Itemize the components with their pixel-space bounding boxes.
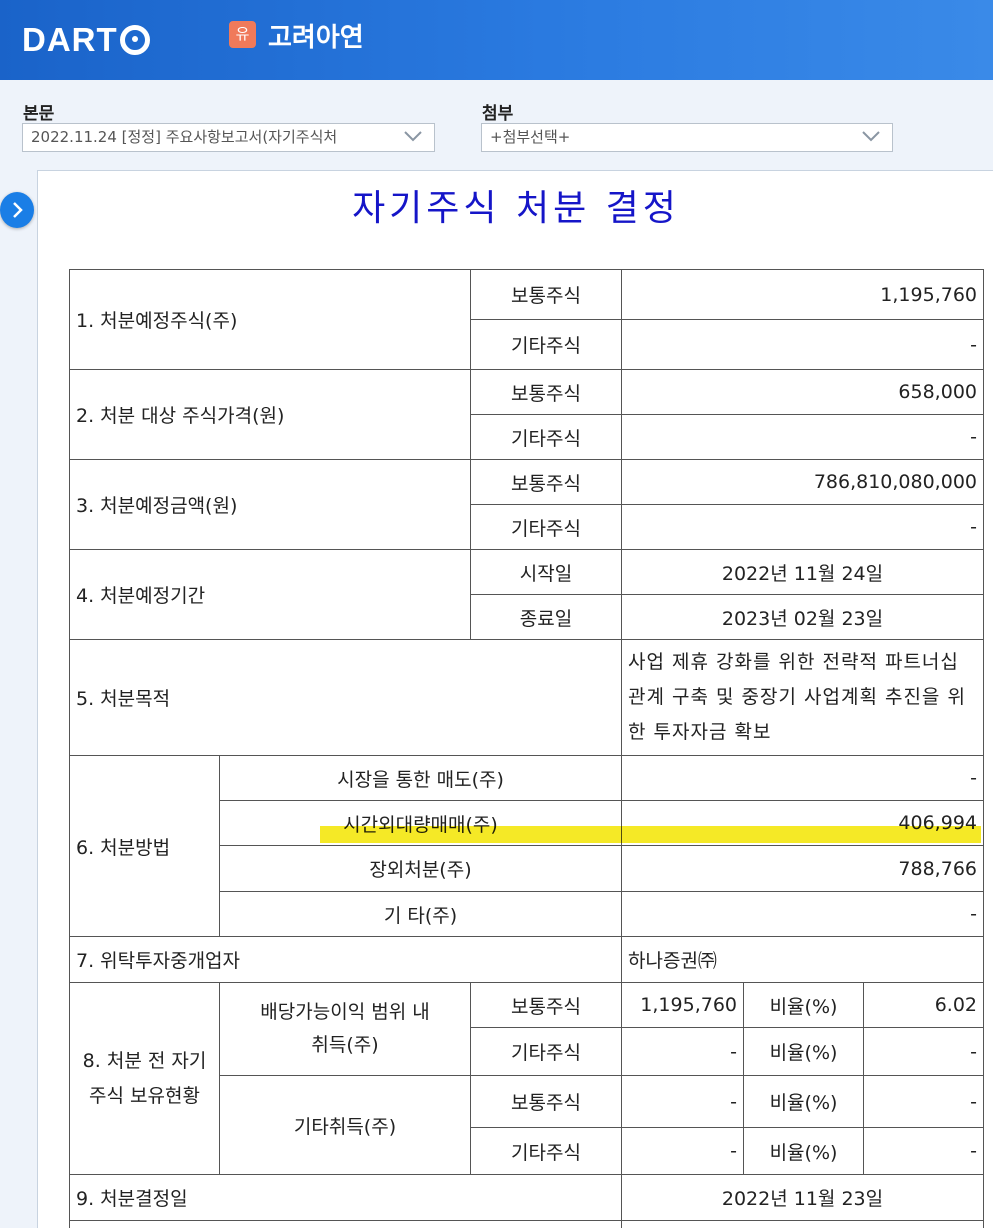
body-label: 본문 [23,104,55,124]
acquisition-type-cell: 기타취득(주) [219,1075,471,1175]
company-name[interactable]: 고려아연 [268,17,364,54]
table-row: 9. 처분결정일 2022년 11월 23일 [69,1174,984,1221]
value-cell: - [621,755,984,801]
empty-cell [69,1220,622,1228]
ratio-value-cell: 6.02 [863,982,984,1028]
period-label-cell: 종료일 [470,594,622,640]
share-type-cell: 기타주식 [470,1027,622,1076]
document-viewer: 자기주식 처분 결정 1. 처분예정주식(주) 보통주식 1,195,760 기… [37,170,993,1228]
ratio-value-cell: - [863,1127,984,1175]
table-row: 4. 처분예정기간 시작일 2022년 11월 24일 [69,549,984,640]
toggle-sidebar-button[interactable] [0,192,34,228]
value-cell: - [621,1027,744,1076]
table-row: 3. 처분예정금액(원) 보통주식 786,810,080,000 [69,459,984,550]
table-row [69,1220,984,1228]
logo-globe-icon [119,25,150,55]
acquisition-type-cell: 배당가능이익 범위 내 취득(주) [219,982,471,1076]
share-type-cell: 보통주식 [470,982,622,1028]
value-cell: - [621,1127,744,1175]
row-label: 9. 처분결정일 [69,1174,622,1221]
ratio-value-cell: - [863,1075,984,1128]
table-row: 1. 처분예정주식(주) 보통주식 1,195,760 [69,269,984,370]
share-type-cell: 보통주식 [470,459,622,505]
ratio-label-cell: 비율(%) [743,982,864,1028]
share-type-cell: 기타주식 [470,1127,622,1175]
ratio-label-cell: 비율(%) [743,1027,864,1076]
share-type-cell: 기타주식 [470,414,622,460]
empty-cell [621,1220,984,1228]
method-label-cell: 기 타(주) [219,891,622,937]
row-label: 1. 처분예정주식(주) [69,269,471,370]
value-cell: - [621,319,984,370]
period-label-cell: 시작일 [470,549,622,595]
row-label: 5. 처분목적 [69,639,622,756]
share-type-cell: 기타주식 [470,319,622,370]
method-label-cell: 시장을 통한 매도(주) [219,755,622,801]
chevron-right-icon [13,202,23,218]
ratio-label-cell: 비율(%) [743,1075,864,1128]
row-label: 3. 처분예정금액(원) [69,459,471,550]
ratio-value-cell: - [863,1027,984,1076]
value-cell: 2023년 02월 23일 [621,594,984,640]
table-row: 2. 처분 대상 주식가격(원) 보통주식 658,000 [69,369,984,460]
dart-logo[interactable]: DART [22,20,150,60]
method-label-cell: 장외처분(주) [219,845,622,892]
value-cell: - [621,504,984,550]
attachment-select[interactable]: +첨부선택+ [481,123,893,152]
row-label: 6. 처분방법 [69,755,220,937]
chevron-down-icon [862,131,880,142]
attach-select-value: +첨부선택+ [490,128,571,146]
attach-label: 첨부 [482,104,514,124]
row-label: 7. 위탁투자중개업자 [69,936,622,983]
market-badge: 유 [229,21,256,48]
value-cell: 658,000 [621,369,984,415]
share-type-cell: 기타주식 [470,504,622,550]
table-row: 6. 처분방법 시장을 통한 매도(주) - [69,755,984,937]
value-cell: 1,195,760 [621,982,744,1028]
logo-text: DART [22,21,118,58]
ratio-label-cell: 비율(%) [743,1127,864,1175]
body-select-value: 2022.11.24 [정정] 주요사항보고서(자기주식처 [31,128,338,146]
share-type-cell: 보통주식 [470,1075,622,1128]
disposal-table: 1. 처분예정주식(주) 보통주식 1,195,760 기타주식 - 2. 처분… [69,269,984,1228]
value-cell: 2022년 11월 23일 [621,1174,984,1221]
value-cell: - [621,1075,744,1128]
table-row: 7. 위탁투자중개업자 하나증권㈜ [69,936,984,983]
body-document-select[interactable]: 2022.11.24 [정정] 주요사항보고서(자기주식처 [22,123,435,152]
share-type-cell: 보통주식 [470,269,622,320]
broker-cell: 하나증권㈜ [621,936,984,983]
purpose-cell: 사업 제휴 강화를 위한 전략적 파트너십 관계 구축 및 중장기 사업계획 추… [621,639,984,756]
document-title: 자기주식 처분 결정 [352,188,680,229]
value-cell: - [621,891,984,937]
value-cell: - [621,414,984,460]
row-label: 4. 처분예정기간 [69,549,471,640]
value-cell: 788,766 [621,845,984,892]
row-label: 8. 처분 전 자기주식 보유현황 [69,982,220,1175]
chevron-down-icon [404,131,422,142]
row-label: 2. 처분 대상 주식가격(원) [69,369,471,460]
highlight-marker [320,826,981,843]
value-cell: 1,195,760 [621,269,984,320]
app-header: DART 유 고려아연 [0,0,993,80]
table-row: 5. 처분목적 사업 제휴 강화를 위한 전략적 파트너십 관계 구축 및 중장… [69,639,984,756]
share-type-cell: 보통주식 [470,369,622,415]
table-row: 8. 처분 전 자기주식 보유현황 배당가능이익 범위 내 취득(주) 보통주식… [69,982,984,1175]
value-cell: 2022년 11월 24일 [621,549,984,595]
value-cell: 786,810,080,000 [621,459,984,505]
